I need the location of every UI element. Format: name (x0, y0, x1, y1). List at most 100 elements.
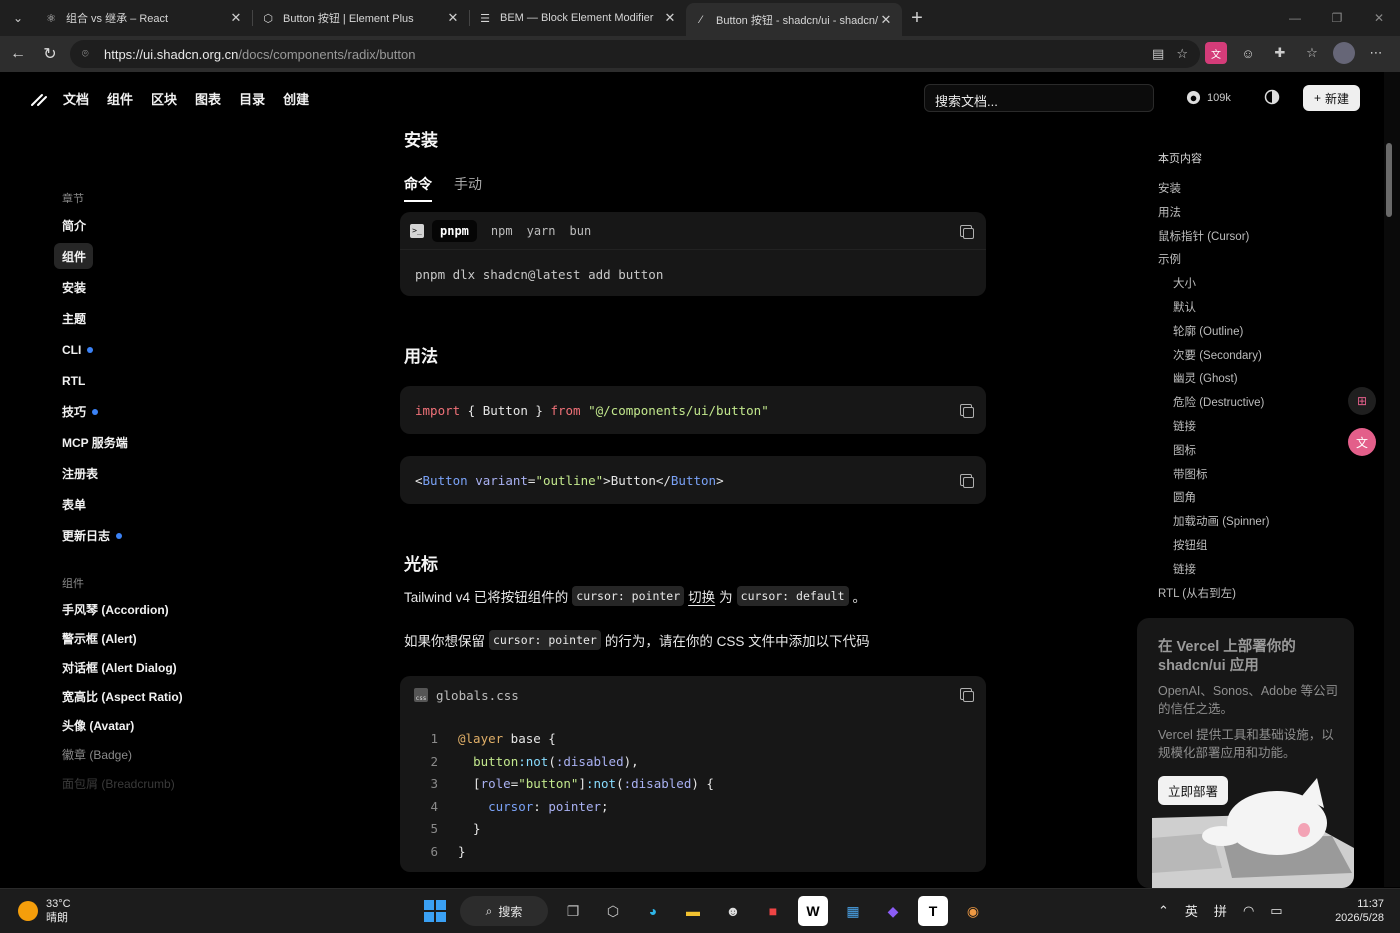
toc-link[interactable]: 大小 (1158, 275, 1358, 299)
browser-tab[interactable]: ⁄ Button 按钮 - shadcn/ui - shadcn/ui ✕ (686, 3, 902, 36)
deploy-now-button[interactable]: 立即部署 (1158, 776, 1229, 805)
browser-tab[interactable]: ⬡ Button 按钮 | Element Plus ✕ (253, 3, 469, 33)
sidebar-item[interactable]: 组件 (54, 243, 93, 269)
pm-bun[interactable]: bun (570, 224, 592, 238)
pm-pnpm[interactable]: pnpm (432, 219, 477, 242)
site-info-icon[interactable]: ⌾ (82, 48, 96, 61)
theme-toggle-icon[interactable] (1264, 89, 1280, 105)
clock[interactable]: 11:37 2026/5/28 (1328, 897, 1384, 925)
reload-icon[interactable]: ↻ (34, 38, 66, 70)
toc-link[interactable]: 用法 (1158, 204, 1358, 228)
browser-tab[interactable]: ☰ BEM — Block Element Modifier ✕ (470, 3, 686, 33)
tray-expand-chevron-icon[interactable]: ⌃ (1158, 903, 1169, 919)
app-obsidian-icon[interactable]: ◆ (878, 896, 908, 926)
sidebar-item[interactable]: 表单 (54, 489, 264, 520)
scrollbar-thumb[interactable] (1386, 143, 1392, 217)
taskbar-search[interactable]: ⌕ 搜索 (460, 896, 548, 926)
close-tab-icon[interactable]: ✕ (445, 10, 461, 26)
github-link[interactable]: 109k (1186, 90, 1231, 105)
back-arrow-icon[interactable]: ← (2, 38, 34, 70)
battery-icon[interactable]: ▭ (1270, 903, 1282, 919)
close-window-icon[interactable]: ✕ (1358, 0, 1400, 36)
tab-manual[interactable]: 手动 (454, 174, 482, 202)
sidebar-item[interactable]: 更新日志 (54, 520, 264, 551)
app-red-icon[interactable]: ■ (758, 896, 788, 926)
sidebar-component-item[interactable]: 徽章 (Badge) (54, 740, 264, 769)
wifi-icon[interactable]: ◠ (1243, 903, 1254, 919)
toc-link[interactable]: 安装 (1158, 180, 1358, 204)
toc-link[interactable]: 图标 (1158, 442, 1358, 466)
floating-grid-icon[interactable]: ⊞ (1348, 387, 1376, 415)
file-explorer-icon[interactable]: ▬ (678, 896, 708, 926)
sidebar-component-item[interactable]: 头像 (Avatar) (54, 711, 264, 740)
toc-link[interactable]: 链接 (1158, 418, 1358, 442)
tab-command[interactable]: 命令 (404, 174, 432, 202)
close-tab-icon[interactable]: ✕ (228, 10, 244, 26)
toc-link[interactable]: 鼠标指针 (Cursor) (1158, 228, 1358, 252)
app-typora-icon[interactable]: T (918, 896, 948, 926)
floating-translate-icon[interactable]: 文 (1348, 428, 1376, 456)
more-menu-icon[interactable]: ⋯ (1365, 42, 1387, 64)
app-w-icon[interactable]: W (798, 896, 828, 926)
extension-translate-icon[interactable]: 文 (1205, 42, 1227, 64)
extension-face-icon[interactable]: ☺ (1237, 42, 1259, 64)
shadcn-logo-icon[interactable] (30, 89, 48, 107)
close-tab-icon[interactable]: ✕ (662, 10, 678, 26)
copy-icon[interactable] (960, 688, 974, 702)
toc-link[interactable]: 默认 (1158, 299, 1358, 323)
extensions-puzzle-icon[interactable]: ✚ (1269, 42, 1291, 64)
ime-pinyin[interactable]: 拼 (1214, 901, 1227, 920)
app-photos-icon[interactable]: ▦ (838, 896, 868, 926)
copy-icon[interactable] (960, 225, 974, 239)
sidebar-item[interactable]: CLI (54, 334, 264, 365)
tab-actions-chevron-icon[interactable]: ⌄ (0, 0, 36, 36)
browser-tab[interactable]: ⚛ 组合 vs 继承 – React ✕ (36, 3, 252, 33)
toc-link[interactable]: 按钮组 (1158, 537, 1358, 561)
copy-icon[interactable] (960, 474, 974, 488)
pm-npm[interactable]: npm (491, 224, 513, 238)
toc-link[interactable]: 圆角 (1158, 489, 1358, 513)
toc-link[interactable]: 链接 (1158, 561, 1358, 585)
reader-mode-icon[interactable]: ▤ (1152, 46, 1164, 62)
sidebar-component-item[interactable]: 面包屑 (Breadcrumb) (54, 769, 264, 798)
task-view-icon[interactable]: ❐ (558, 896, 588, 926)
nav-link[interactable]: 区块 (151, 89, 177, 108)
new-button[interactable]: + 新建 (1303, 85, 1360, 111)
nav-link[interactable]: 图表 (195, 89, 221, 108)
new-tab-plus-icon[interactable]: + (902, 3, 932, 33)
app-cube-icon[interactable]: ⬡ (598, 896, 628, 926)
nav-link[interactable]: 文档 (63, 89, 89, 108)
minimize-icon[interactable]: — (1274, 0, 1316, 36)
toc-link[interactable]: 带图标 (1158, 466, 1358, 490)
restore-icon[interactable]: ❐ (1316, 0, 1358, 36)
sidebar-item[interactable]: 安装 (54, 272, 264, 303)
chrome-browser-icon[interactable]: ◉ (958, 896, 988, 926)
toc-link[interactable]: 幽灵 (Ghost) (1158, 370, 1358, 394)
toc-link[interactable]: 加载动画 (Spinner) (1158, 513, 1358, 537)
start-windows-icon[interactable] (420, 896, 450, 926)
sidebar-item[interactable]: 技巧 (54, 396, 264, 427)
toc-link[interactable]: 示例 (1158, 251, 1358, 275)
switch-link[interactable]: 切换 (688, 586, 715, 606)
sidebar-component-item[interactable]: 警示框 (Alert) (54, 624, 264, 653)
profile-avatar[interactable] (1333, 42, 1355, 64)
nav-link[interactable]: 创建 (283, 89, 309, 108)
search-docs-input[interactable]: 搜索文档... (924, 84, 1154, 112)
favorite-star-icon[interactable]: ☆ (1176, 46, 1188, 62)
weather-widget[interactable]: 33°C 晴朗 (18, 897, 71, 925)
copy-icon[interactable] (960, 404, 974, 418)
sidebar-component-item[interactable]: 对话框 (Alert Dialog) (54, 653, 264, 682)
sidebar-item[interactable]: 简介 (54, 210, 264, 241)
app-chat-icon[interactable]: ☻ (718, 896, 748, 926)
edge-browser-icon[interactable]: ◕ (638, 896, 668, 926)
toc-link[interactable]: RTL (从右到左) (1158, 585, 1358, 609)
toc-link[interactable]: 轮廓 (Outline) (1158, 323, 1358, 347)
sidebar-component-item[interactable]: 手风琴 (Accordion) (54, 595, 264, 624)
toc-link[interactable]: 次要 (Secondary) (1158, 347, 1358, 371)
toc-link[interactable]: 危险 (Destructive) (1158, 394, 1358, 418)
sidebar-item[interactable]: 主题 (54, 303, 264, 334)
sidebar-item[interactable]: RTL (54, 365, 264, 396)
sidebar-item[interactable]: 注册表 (54, 458, 264, 489)
nav-link[interactable]: 目录 (239, 89, 265, 108)
close-tab-icon[interactable]: ✕ (878, 12, 894, 28)
